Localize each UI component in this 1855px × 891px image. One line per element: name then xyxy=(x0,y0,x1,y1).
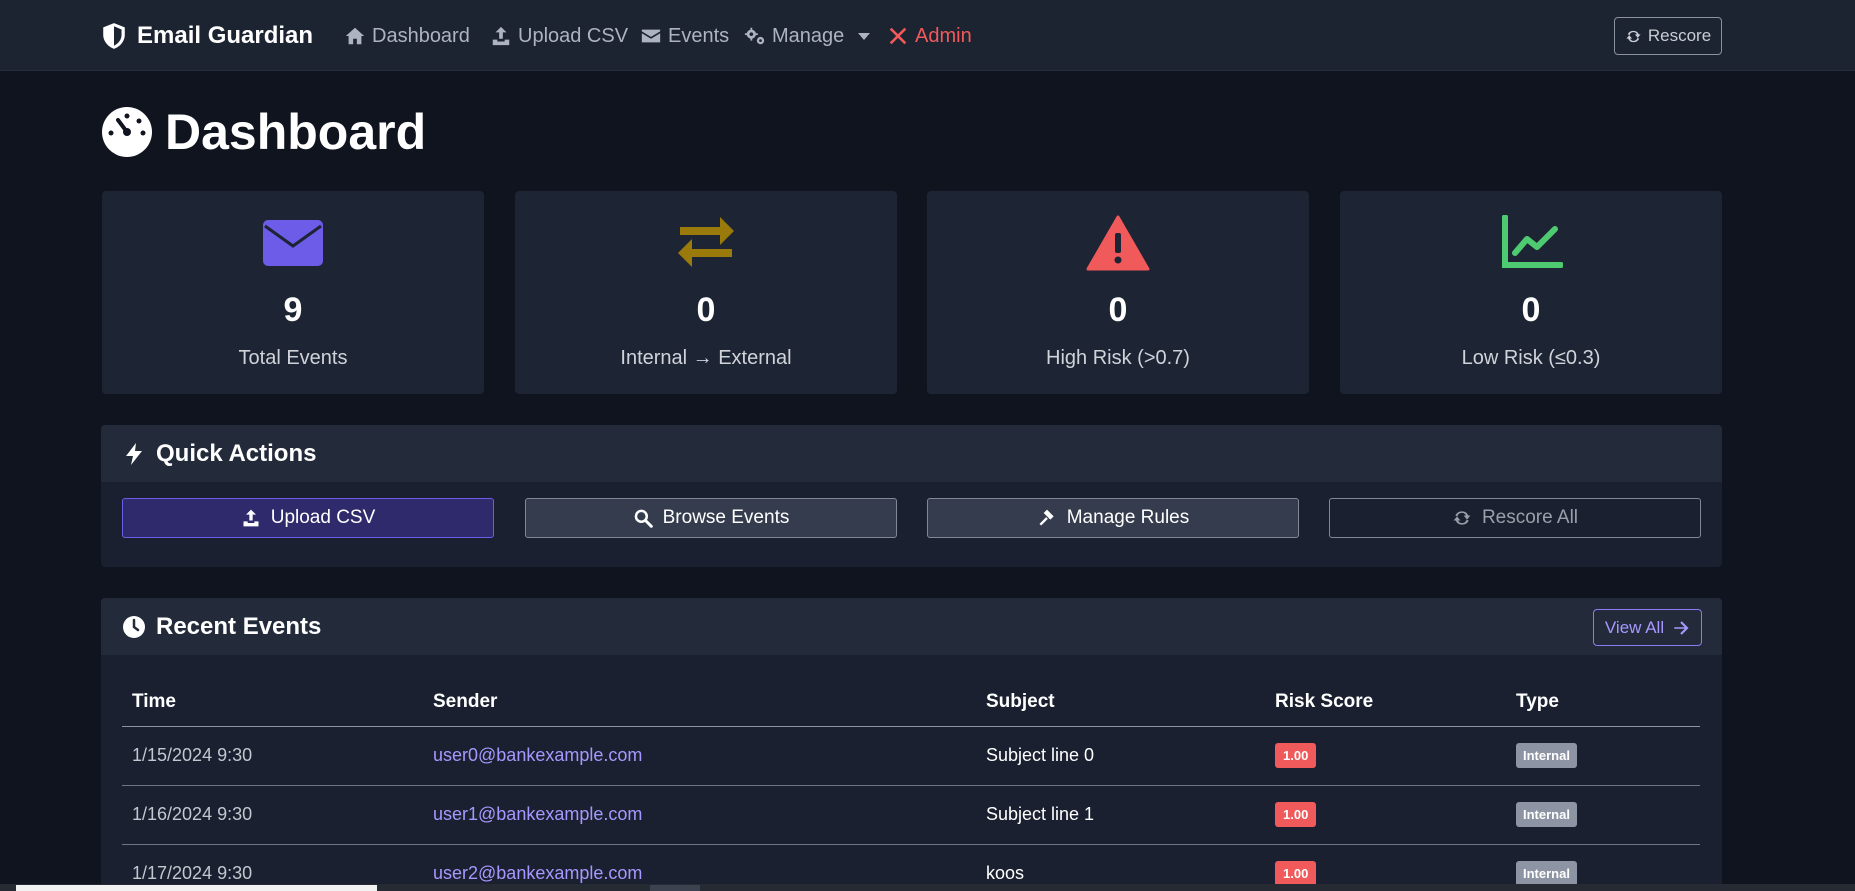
stat-label: Low Risk (≤0.3) xyxy=(1461,347,1601,369)
sync-icon xyxy=(1453,511,1471,525)
event-sender-link[interactable]: user1@bankexample.com xyxy=(423,785,976,845)
risk-score-badge: 1.00 xyxy=(1275,802,1317,827)
type-badge: Internal xyxy=(1516,743,1577,768)
dashboard-gauge-icon xyxy=(102,107,152,157)
event-type-cell: Internal xyxy=(1506,785,1700,845)
upload-csv-button[interactable]: Upload CSV xyxy=(122,498,494,538)
rescore-button[interactable]: Rescore xyxy=(1614,17,1722,55)
stat-label: Internal → External xyxy=(620,347,792,369)
nav-admin-label: Admin xyxy=(915,24,972,47)
recent-events-title: Recent Events xyxy=(156,612,322,640)
clock-icon xyxy=(123,615,145,638)
browse-events-button[interactable]: Browse Events xyxy=(525,498,897,538)
table-row[interactable]: 1/16/2024 9:30 user1@bankexample.com Sub… xyxy=(122,785,1700,845)
cogs-icon xyxy=(744,27,765,45)
view-all-button[interactable]: View All xyxy=(1593,609,1702,646)
type-badge: Internal xyxy=(1516,802,1577,827)
column-header-type[interactable]: Type xyxy=(1506,678,1700,727)
stat-value: 0 xyxy=(1521,291,1541,329)
page-title-text: Dashboard xyxy=(165,104,427,160)
nav-manage-dropdown[interactable]: Manage xyxy=(744,22,871,50)
event-time: 1/15/2024 9:30 xyxy=(122,726,423,786)
navbar: Email Guardian Dashboard Upload CSV Even… xyxy=(0,0,1855,71)
scrollbar-marker xyxy=(650,885,700,891)
warning-icon xyxy=(1086,215,1150,271)
column-header-subject[interactable]: Subject xyxy=(976,678,1265,727)
stat-value: 0 xyxy=(696,291,716,329)
recent-events-table: Time Sender Subject Risk Score Type 1/15… xyxy=(122,678,1700,891)
gavel-icon xyxy=(1039,509,1054,526)
bolt-icon xyxy=(126,442,142,465)
column-header-risk-score[interactable]: Risk Score xyxy=(1265,678,1506,727)
browse-events-button-label: Browse Events xyxy=(662,507,790,528)
upload-icon xyxy=(492,26,510,46)
event-subject: Subject line 1 xyxy=(976,785,1265,845)
risk-score-badge: 1.00 xyxy=(1275,861,1317,886)
envelope-icon xyxy=(263,220,323,266)
tools-icon xyxy=(889,27,907,45)
stat-card-low-risk: 0 Low Risk (≤0.3) xyxy=(1340,191,1722,394)
upload-csv-button-label: Upload CSV xyxy=(270,507,376,528)
sync-icon xyxy=(1626,30,1641,42)
nav-upload-csv[interactable]: Upload CSV xyxy=(490,22,628,50)
brand-name: Email Guardian xyxy=(137,22,314,49)
quick-actions-panel: Quick Actions Upload CSV Browse Events M… xyxy=(101,425,1722,567)
stat-label: High Risk (>0.7) xyxy=(1046,347,1190,369)
view-all-label: View All xyxy=(1604,617,1665,637)
exchange-icon xyxy=(678,217,734,267)
stat-card-total-events: 9 Total Events xyxy=(102,191,484,394)
upload-icon xyxy=(243,509,259,527)
stat-label: Total Events xyxy=(238,347,348,369)
quick-actions-title: Quick Actions xyxy=(156,439,317,467)
chevron-down-icon xyxy=(858,32,871,40)
stat-value: 9 xyxy=(283,291,303,329)
event-risk-cell: 1.00 xyxy=(1265,726,1506,786)
shield-icon xyxy=(103,23,125,49)
page-title: Dashboard xyxy=(101,104,426,160)
scrollbar-thumb[interactable] xyxy=(16,885,377,891)
table-row[interactable]: 1/15/2024 9:30 user0@bankexample.com Sub… xyxy=(122,726,1700,786)
nav-events[interactable]: Events xyxy=(640,22,729,50)
column-header-sender[interactable]: Sender xyxy=(423,678,976,727)
event-risk-cell: 1.00 xyxy=(1265,785,1506,845)
rescore-button-label: Rescore xyxy=(1647,26,1712,45)
event-sender-link[interactable]: user0@bankexample.com xyxy=(423,726,976,786)
stat-value: 0 xyxy=(1108,291,1128,329)
event-subject: Subject line 0 xyxy=(976,726,1265,786)
recent-events-panel: Recent Events View All Time Sender Subje… xyxy=(101,598,1722,891)
table-header-row: Time Sender Subject Risk Score Type xyxy=(122,678,1700,727)
stat-card-high-risk: 0 High Risk (>0.7) xyxy=(927,191,1309,394)
home-icon xyxy=(345,27,365,45)
event-time: 1/16/2024 9:30 xyxy=(122,785,423,845)
chart-line-icon xyxy=(1502,215,1563,268)
event-type-cell: Internal xyxy=(1506,726,1700,786)
nav-events-label: Events xyxy=(668,24,730,47)
nav-admin[interactable]: Admin xyxy=(887,22,972,50)
nav-dashboard[interactable]: Dashboard xyxy=(344,22,470,50)
arrow-right-icon xyxy=(1674,620,1689,635)
rescore-all-button[interactable]: Rescore All xyxy=(1329,498,1701,538)
search-icon xyxy=(634,509,653,528)
nav-manage-label: Manage xyxy=(772,24,845,47)
rescore-all-button-label: Rescore All xyxy=(1481,507,1579,528)
manage-rules-button[interactable]: Manage Rules xyxy=(927,498,1299,538)
brand[interactable]: Email Guardian xyxy=(101,20,313,52)
nav-dashboard-label: Dashboard xyxy=(372,24,470,47)
column-header-time[interactable]: Time xyxy=(122,678,423,727)
stat-card-internal-external: 0 Internal → External xyxy=(515,191,897,394)
envelope-icon xyxy=(641,29,661,43)
recent-events-header: Recent Events View All xyxy=(101,598,1722,655)
risk-score-badge: 1.00 xyxy=(1275,743,1317,768)
manage-rules-button-label: Manage Rules xyxy=(1066,507,1190,528)
nav-upload-csv-label: Upload CSV xyxy=(518,24,629,47)
type-badge: Internal xyxy=(1516,861,1577,886)
quick-actions-header: Quick Actions xyxy=(101,425,1722,482)
